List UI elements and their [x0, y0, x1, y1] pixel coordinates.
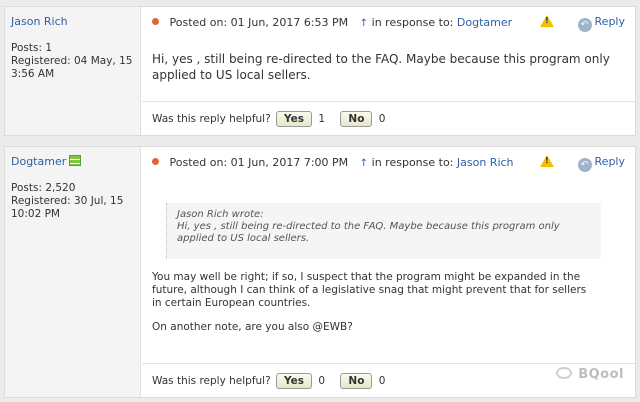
reply-label: Reply: [594, 15, 625, 28]
no-button[interactable]: No: [340, 111, 373, 127]
helpful-label: Was this reply helpful?: [152, 113, 271, 125]
author-post-count: Posts: 2,520: [11, 182, 76, 194]
no-count: 0: [378, 113, 386, 125]
reply-arrow-icon: ↑: [359, 158, 369, 169]
yes-button[interactable]: Yes: [276, 111, 313, 127]
reply-arrow-icon: ↑: [359, 18, 369, 29]
in-response-label: in response to:: [371, 16, 454, 29]
posted-on: Posted on: 01 Jun, 2017 7:00 PM: [169, 156, 349, 169]
author-registered-time: 10:02 PM: [11, 208, 60, 220]
reply-label: Reply: [594, 155, 625, 168]
post-actions: ↶Reply: [540, 15, 625, 32]
in-response-label: in response to:: [371, 156, 454, 169]
reply-button[interactable]: ↶ Reply: [577, 155, 625, 172]
forum-post: Jason Rich Posts: 1 Registered: 04 May, …: [4, 6, 636, 136]
helpful-label: Was this reply helpful?: [152, 375, 271, 387]
rank-bars-icon: [69, 155, 82, 166]
post-content: Posted on: 01 Jun, 2017 7:00 PM ↑ in resp…: [142, 147, 635, 397]
warning-icon[interactable]: [540, 155, 555, 167]
quote-block: Jason Rich wrote: Hi, yes , still being …: [166, 203, 601, 259]
quote-author: Jason Rich wrote:: [177, 209, 264, 220]
author-registered: Registered: 30 Jul, 15: [11, 195, 124, 207]
helpful-bar: Was this reply helpful? Yes 1 No 0: [142, 101, 635, 135]
post-body: Hi, yes , still being re-directed to the…: [152, 52, 610, 82]
reply-button[interactable]: ↶ Reply: [577, 15, 625, 32]
post-body: You may well be right; if so, I suspect …: [152, 271, 595, 345]
author-registered: Registered: 04 May, 15: [11, 55, 133, 67]
yes-button[interactable]: Yes: [276, 373, 313, 389]
post-paragraph: You may well be right; if so, I suspect …: [152, 271, 587, 309]
post-paragraph: On another note, are you also @EWB?: [152, 321, 353, 333]
yes-count: 0: [318, 375, 326, 387]
warning-icon[interactable]: [540, 15, 555, 27]
posted-on: Posted on: 01 Jun, 2017 6:53 PM: [169, 16, 349, 29]
orange-dot-icon: [152, 18, 159, 25]
in-response-link[interactable]: Jason Rich: [457, 156, 514, 169]
watermark-text: BQool: [578, 367, 624, 382]
reply-icon: ↶: [577, 158, 592, 172]
post-meta: Posted on: 01 Jun, 2017 6:53 PM ↑ in resp…: [142, 7, 635, 37]
author-panel: Jason Rich Posts: 1 Registered: 04 May, …: [5, 7, 141, 135]
reply-icon: ↶: [577, 18, 592, 32]
author-post-count: Posts: 1: [11, 42, 52, 54]
quote-text: Hi, yes , still being re-directed to the…: [177, 221, 560, 244]
no-count: 0: [378, 375, 386, 387]
post-actions: ↶Reply: [540, 155, 625, 172]
author-registered-time: 3:56 AM: [11, 68, 55, 80]
orange-dot-icon: [152, 158, 159, 165]
watermark: BQool: [556, 367, 624, 382]
in-response-link[interactable]: Dogtamer: [457, 16, 512, 29]
post-meta: Posted on: 01 Jun, 2017 7:00 PM ↑ in resp…: [142, 147, 635, 177]
yes-count: 1: [318, 113, 326, 125]
author-name: Dogtamer: [11, 155, 67, 168]
wechat-icon: [556, 367, 573, 379]
post-content: Posted on: 01 Jun, 2017 6:53 PM ↑ in resp…: [142, 7, 635, 135]
no-button[interactable]: No: [340, 373, 373, 389]
author-panel: Dogtamer Posts: 2,520 Registered: 30 Jul…: [5, 147, 141, 397]
author-name-link[interactable]: Jason Rich: [11, 15, 68, 28]
forum-post: Dogtamer Posts: 2,520 Registered: 30 Jul…: [4, 146, 636, 398]
author-name-link[interactable]: Dogtamer: [11, 155, 82, 168]
